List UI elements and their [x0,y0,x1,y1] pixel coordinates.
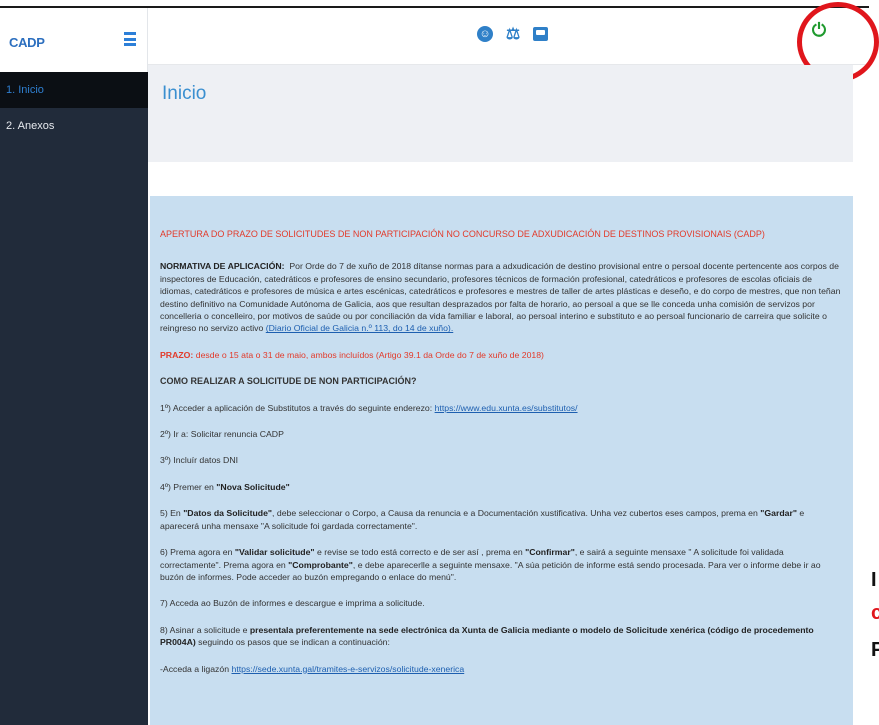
step-8-text-a: 8) Asinar a solicitude e [160,624,250,635]
info-panel: APERTURA DO PRAZO DE SOLICITUDES DE NON … [150,196,853,725]
sidebar-header: CADP [0,8,148,72]
how-title: COMO REALIZAR A SOLICITUDE DE NON PARTIC… [160,376,417,387]
step-8: 8) Asinar a solicitude e presentala pref… [160,624,845,649]
page-header: Inicio [148,65,853,162]
edge-glyph-3: P [871,639,879,661]
step-5-bold-b: "Gardar" [760,508,797,519]
prazo-paragraph: PRAZO: desde o 15 ata o 31 de maio, ambo… [160,349,845,361]
accessibility-icon[interactable]: ☺ [475,24,495,44]
step-5: 5) En "Datos da Solicitude", debe selecc… [160,507,845,532]
edge-glyph-1: I [871,569,877,591]
step-4-bold: "Nova Solicitude" [216,481,290,492]
prazo-label: PRAZO: [160,349,194,360]
normativa-text: Por Orde do 7 de xuño de 2018 dítanse no… [160,261,841,334]
step-8-text-b: seguindo os pasos que se indican a conti… [195,637,390,648]
step-3: 3º) Incluír datos DNI [160,455,239,466]
inbox-tray-icon[interactable] [530,24,550,44]
normativa-paragraph: NORMATIVA DE APLICACIÓN: Por Orde do 7 d… [160,260,845,334]
step-5-bold-a: "Datos da Solicitude" [183,508,273,519]
top-bar: ☺ ⚖ ⏻ [148,8,869,65]
step-6-bold-c: "Comprobante" [288,559,353,570]
step-6-bold-a: "Validar solicitude" [234,547,315,558]
step-9: -Acceda a ligazón https://sede.xunta.gal… [160,663,845,675]
step-1-text: 1º) Acceder a aplicación de Substitutos … [160,402,433,413]
sidebar-item-inicio[interactable]: 1. Inicio [0,72,148,108]
page-title: Inicio [162,83,207,104]
step-2: 2º) Ir a: Solicitar renuncia CADP [160,429,284,440]
normativa-label: NORMATIVA DE APLICACIÓN: [160,261,285,272]
step-6-text-a: 6) Prema agora en [160,547,235,558]
step-4: 4º) Premer en "Nova Solicitude" [160,481,845,493]
substitutos-link[interactable]: https://www.edu.xunta.es/substitutos/ [435,403,578,413]
sidebar: CADP 1. Inicio 2. Anexos [0,8,148,725]
edge-glyph-2: c [871,602,879,624]
step-6-bold-b: "Confirmar" [525,547,575,558]
step-9-text: -Acceda a ligazón [160,663,230,674]
step-7: 7) Acceda ao Buzón de informes e descarg… [160,598,425,609]
app-brand[interactable]: CADP [9,35,45,50]
announcement-title: APERTURA DO PRAZO DE SOLICITUDES DE NON … [160,229,765,239]
step-5-text-a: 5) En [160,508,184,519]
step-5-text-b: , debe seleccionar o Corpo, a Causa da r… [272,508,761,519]
sidebar-item-anexos[interactable]: 2. Anexos [0,108,148,144]
sede-link[interactable]: https://sede.xunta.gal/tramites-e-serviz… [231,664,464,674]
step-6-text-b: e revise se todo está correcto e de ser … [314,547,526,558]
scale-icon[interactable]: ⚖ [503,24,523,44]
step-1: 1º) Acceder a aplicación de Substitutos … [160,402,845,414]
menu-toggle-icon[interactable] [124,32,136,46]
step-4-text: 4º) Premer en [160,481,217,492]
step-6: 6) Prema agora en "Validar solicitude" e… [160,546,845,583]
dog-link[interactable]: (Diario Oficial de Galicia n.º 113, do 1… [266,323,453,333]
prazo-text: desde o 15 ata o 31 de maio, ambos inclu… [195,349,544,360]
